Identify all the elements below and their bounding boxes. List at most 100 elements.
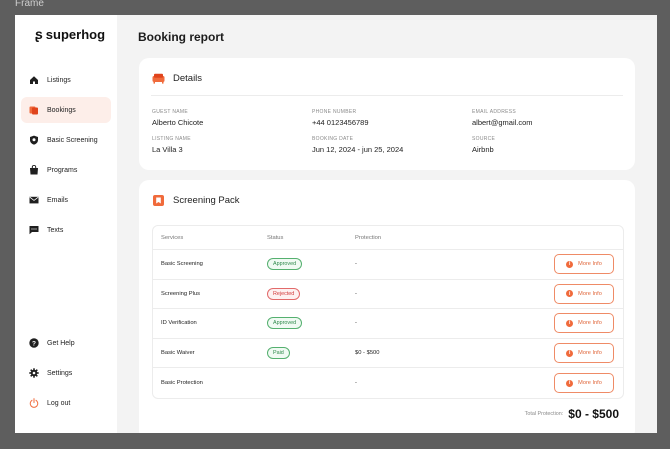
app-frame: ʂ superhog Listings Bookings Basic Scree… xyxy=(15,15,657,433)
help-icon: ? xyxy=(29,338,39,348)
superhog-logo-icon: ʂ xyxy=(35,26,43,42)
frame-label: Frame xyxy=(15,0,44,9)
protection-value: $0 - $500 xyxy=(355,350,380,357)
screening-pack-card: Screening Pack Services Status Protectio… xyxy=(139,180,635,433)
service-name: Basic Protection xyxy=(161,380,203,387)
info-icon: i xyxy=(566,260,574,268)
brand-logo[interactable]: ʂ superhog xyxy=(35,26,105,42)
service-name: ID Verification xyxy=(161,320,197,327)
bookings-icon xyxy=(29,105,39,115)
button-label: More Info xyxy=(578,350,602,357)
field-label: PHONE NUMBER xyxy=(312,109,357,115)
actions-cell: i More Info xyxy=(505,373,623,394)
service-name: Basic Screening xyxy=(161,261,203,268)
screening-title: Screening Pack xyxy=(173,195,240,206)
sidebar-item-label: Settings xyxy=(47,369,73,377)
gear-icon xyxy=(29,368,39,378)
sidebar-item-label: Texts xyxy=(47,226,64,234)
source-field: SOURCE Airbnb xyxy=(472,136,622,154)
sidebar-item-bookings[interactable]: Bookings xyxy=(21,97,111,123)
actions-cell: i More Info xyxy=(505,313,623,334)
details-divider xyxy=(151,95,623,96)
field-label: GUEST NAME xyxy=(152,109,188,115)
main-content: Booking report Details GUEST NAME Albert… xyxy=(117,15,657,433)
button-label: More Info xyxy=(578,261,602,268)
phone-number-field: PHONE NUMBER +44 0123456789 xyxy=(312,109,472,127)
sofa-icon xyxy=(152,72,165,85)
service-name: Basic Waiver xyxy=(161,350,195,357)
info-icon: i xyxy=(566,379,574,387)
column-header-services: Services xyxy=(161,234,184,241)
actions-cell: i More Info xyxy=(505,254,623,275)
actions-cell: i More Info xyxy=(505,343,623,364)
total-protection-label: Total Protection: xyxy=(524,411,564,417)
field-value: Alberto Chicote xyxy=(152,118,204,127)
table-row: Basic Waiver Paid $0 - $500 i More Info xyxy=(153,339,623,369)
chat-icon xyxy=(29,225,39,235)
field-label: EMAIL ADDRESS xyxy=(472,109,517,115)
sidebar-item-label: Listings xyxy=(47,76,71,84)
service-name: Screening Plus xyxy=(161,290,200,297)
secondary-nav: ? Get Help Settings Log out xyxy=(21,330,111,420)
details-title: Details xyxy=(173,73,203,84)
sidebar-item-emails[interactable]: Emails xyxy=(21,187,111,213)
details-header: Details xyxy=(139,58,635,85)
status-badge: Approved xyxy=(267,258,303,271)
more-info-button[interactable]: i More Info xyxy=(554,254,614,275)
button-label: More Info xyxy=(578,320,602,327)
button-label: More Info xyxy=(578,380,602,387)
column-header-protection: Protection xyxy=(355,234,382,241)
home-icon xyxy=(29,75,39,85)
field-label: BOOKING DATE xyxy=(312,136,354,142)
button-label: More Info xyxy=(578,290,602,297)
sidebar-item-settings[interactable]: Settings xyxy=(21,360,111,386)
status-cell: Rejected xyxy=(267,287,355,300)
sidebar-item-get-help[interactable]: ? Get Help xyxy=(21,330,111,356)
total-protection-value: $0 - $500 xyxy=(568,407,619,421)
field-value: +44 0123456789 xyxy=(312,118,369,127)
sidebar-item-log-out[interactable]: Log out xyxy=(21,390,111,416)
field-label: LISTING NAME xyxy=(152,136,191,142)
bookmark-icon xyxy=(152,194,165,207)
protection-value: - xyxy=(355,320,357,327)
more-info-button[interactable]: i More Info xyxy=(554,283,614,304)
table-row: Screening Plus Rejected - i More Info xyxy=(153,280,623,310)
brand-name: superhog xyxy=(45,26,106,42)
details-grid: GUEST NAME Alberto Chicote PHONE NUMBER … xyxy=(152,109,622,154)
shield-icon xyxy=(29,135,39,145)
field-value: Jun 12, 2024 - jun 25, 2024 xyxy=(312,145,404,154)
sidebar-item-basic-screening[interactable]: Basic Screening xyxy=(21,127,111,153)
field-value: Airbnb xyxy=(472,145,494,154)
sidebar-item-label: Emails xyxy=(47,196,69,204)
field-label: SOURCE xyxy=(472,136,496,142)
more-info-button[interactable]: i More Info xyxy=(554,343,614,364)
sidebar-item-texts[interactable]: Texts xyxy=(21,217,111,243)
details-card: Details GUEST NAME Alberto Chicote PHONE… xyxy=(139,58,635,170)
listing-name-field: LISTING NAME La Villa 3 xyxy=(152,136,312,154)
more-info-button[interactable]: i More Info xyxy=(554,313,614,334)
power-icon xyxy=(29,398,39,408)
sidebar-item-programs[interactable]: Programs xyxy=(21,157,111,183)
bag-icon xyxy=(29,165,39,175)
sidebar-item-label: Get Help xyxy=(47,339,75,347)
table-header: Services Status Protection xyxy=(153,226,623,250)
more-info-button[interactable]: i More Info xyxy=(554,373,614,394)
info-icon: i xyxy=(566,319,574,327)
main-nav: Listings Bookings Basic Screening Progra… xyxy=(21,67,111,247)
status-badge: Paid xyxy=(267,347,290,360)
table-row: Basic Protection - i More Info xyxy=(153,368,623,398)
status-cell: Approved xyxy=(267,258,355,271)
sidebar-item-label: Bookings xyxy=(47,106,76,114)
mail-icon xyxy=(29,195,39,205)
protection-value: - xyxy=(355,290,357,297)
status-cell: Approved xyxy=(267,317,355,330)
sidebar: ʂ superhog Listings Bookings Basic Scree… xyxy=(15,15,117,433)
status-badge: Rejected xyxy=(267,287,301,300)
screening-header: Screening Pack xyxy=(139,180,635,207)
screening-table: Services Status Protection Basic Screeni… xyxy=(152,225,624,399)
table-row: ID Verification Approved - i More Info xyxy=(153,309,623,339)
svg-text:?: ? xyxy=(32,340,36,347)
sidebar-item-listings[interactable]: Listings xyxy=(21,67,111,93)
sidebar-item-label: Log out xyxy=(47,399,71,407)
column-header-status: Status xyxy=(267,234,284,241)
